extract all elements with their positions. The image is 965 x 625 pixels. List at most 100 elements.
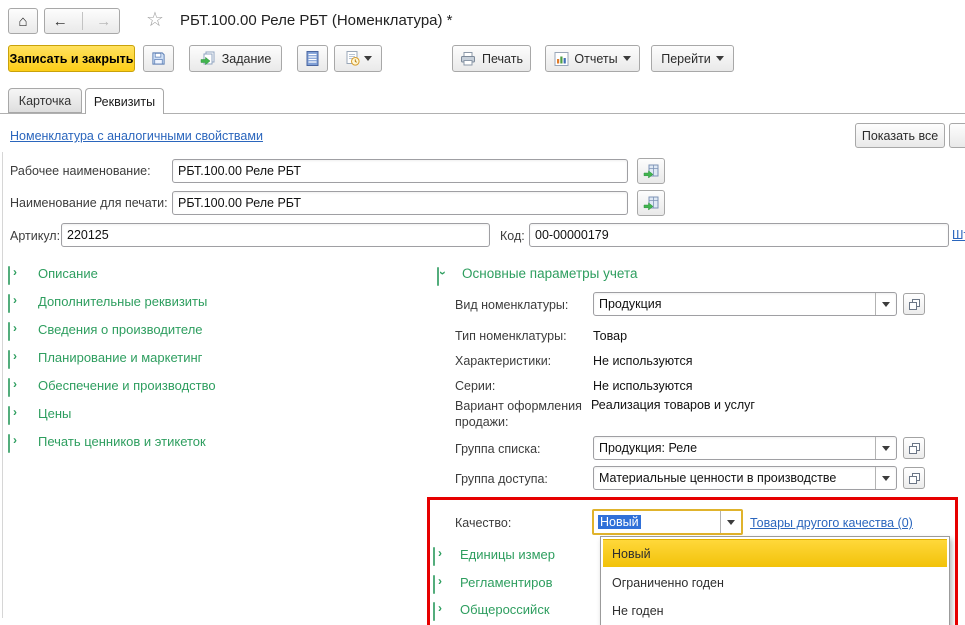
- working-name-pick-button[interactable]: [637, 158, 665, 184]
- dropdown-arrow-icon: [882, 302, 890, 307]
- kind-open-button[interactable]: [903, 293, 925, 315]
- other-quality-goods-link[interactable]: Товары другого качества (0): [750, 516, 913, 530]
- dropdown-arrow-icon: [882, 476, 890, 481]
- tab-card[interactable]: Карточка: [8, 88, 82, 113]
- tab-details[interactable]: Реквизиты: [85, 88, 164, 114]
- code-label: Код:: [500, 229, 525, 243]
- section-collapsed-icon: [8, 266, 10, 285]
- section-label: Печать ценников и этикеток: [38, 434, 206, 449]
- goto-button[interactable]: Перейти: [651, 45, 734, 72]
- forward-button[interactable]: →: [89, 13, 120, 30]
- section-regulated[interactable]: Регламентиров: [433, 575, 435, 593]
- select-value-icon: [643, 164, 659, 179]
- section-price-tags[interactable]: Печать ценников и этикеток: [8, 434, 10, 452]
- section-collapsed-icon: [8, 294, 10, 313]
- characteristics-value: Не используются: [593, 354, 692, 368]
- change-history-button[interactable]: [334, 45, 382, 72]
- home-icon: ⌂: [18, 14, 27, 29]
- quality-value-wrap: Новый: [594, 515, 720, 529]
- dropdown-arrow-icon: [623, 56, 631, 61]
- combo-arrow-zone[interactable]: [875, 437, 896, 459]
- section-collapsed-icon: [433, 602, 435, 621]
- print-name-input[interactable]: РБТ.100.00 Реле РБТ: [172, 191, 628, 215]
- nav-divider: [82, 12, 83, 30]
- section-label: Регламентиров: [460, 575, 553, 590]
- barcodes-link[interactable]: Штр: [952, 228, 965, 242]
- list-group-open-button[interactable]: [903, 437, 925, 459]
- section-label: Единицы измер: [460, 547, 555, 562]
- article-label: Артикул:: [10, 229, 60, 243]
- section-collapsed-icon: [8, 350, 10, 369]
- combo-arrow-zone[interactable]: [875, 467, 896, 489]
- access-group-value: Материальные ценности в производстве: [594, 471, 875, 485]
- section-prices[interactable]: Цены: [8, 406, 10, 424]
- print-name-pick-button[interactable]: [637, 190, 665, 216]
- code-input[interactable]: 00-00000179: [529, 223, 949, 247]
- section-collapsed-icon: [8, 378, 10, 397]
- working-name-input[interactable]: РБТ.100.00 Реле РБТ: [172, 159, 628, 183]
- forward-icon: →: [96, 13, 111, 30]
- kind-combobox[interactable]: Продукция: [593, 292, 897, 316]
- select-value-icon: [643, 196, 659, 211]
- open-form-icon: [909, 299, 920, 310]
- section-label: Цены: [38, 406, 71, 421]
- history-nav-group: ← →: [44, 8, 120, 34]
- open-form-icon: [909, 443, 920, 454]
- section-label: Дополнительные реквизиты: [38, 294, 207, 309]
- print-name-label: Наименование для печати:: [10, 196, 168, 210]
- task-icon: [200, 51, 216, 67]
- section-collapsed-icon: [433, 575, 435, 594]
- quality-value: Новый: [598, 515, 641, 529]
- list-group-combobox[interactable]: Продукция: Реле: [593, 436, 897, 460]
- characteristics-label: Характеристики:: [455, 354, 551, 368]
- section-classifiers[interactable]: Общероссийск: [433, 602, 435, 620]
- section-collapsed-icon: [8, 434, 10, 453]
- registry-button[interactable]: [297, 45, 328, 72]
- section-main-params[interactable]: Основные параметры учета: [437, 266, 439, 284]
- panel-left-border: [2, 152, 3, 618]
- save-button[interactable]: [143, 45, 174, 72]
- back-button[interactable]: ←: [45, 13, 76, 30]
- favorite-star-icon[interactable]: ☆: [146, 7, 164, 32]
- goto-label: Перейти: [661, 52, 711, 66]
- kind-value: Продукция: [594, 297, 875, 311]
- section-label: Описание: [38, 266, 98, 281]
- dropdown-arrow-icon: [364, 56, 372, 61]
- quality-combobox[interactable]: Новый: [592, 509, 743, 535]
- dropdown-arrow-icon: [716, 56, 724, 61]
- dropdown-option-unfit[interactable]: Не годен: [601, 597, 949, 625]
- section-description[interactable]: Описание: [8, 266, 10, 284]
- report-chart-icon: [554, 52, 569, 66]
- open-form-icon: [909, 473, 920, 484]
- access-group-open-button[interactable]: [903, 467, 925, 489]
- type-label: Тип номенклатуры:: [455, 329, 567, 343]
- access-group-combobox[interactable]: Материальные ценности в производстве: [593, 466, 897, 490]
- reports-button[interactable]: Отчеты: [545, 45, 640, 72]
- section-additional-attributes[interactable]: Дополнительные реквизиты: [8, 294, 10, 312]
- save-icon: [151, 51, 166, 66]
- combo-arrow-zone[interactable]: [875, 293, 896, 315]
- sale-option-label: Вариант оформления продажи:: [455, 398, 591, 430]
- section-collapsed-icon: [8, 322, 10, 341]
- print-button[interactable]: Печать: [452, 45, 531, 72]
- section-supply-production[interactable]: Обеспечение и производство: [8, 378, 10, 396]
- section-collapsed-icon: [433, 547, 435, 566]
- article-input[interactable]: 220125: [61, 223, 490, 247]
- document-history-icon: [345, 51, 360, 66]
- section-planning-marketing[interactable]: Планирование и маркетинг: [8, 350, 10, 368]
- quality-label: Качество:: [455, 516, 511, 530]
- home-button[interactable]: ⌂: [8, 8, 38, 34]
- edge-partial-button[interactable]: [949, 123, 965, 148]
- show-all-button[interactable]: Показать все: [855, 123, 945, 148]
- sale-option-value: Реализация товаров и услуг: [591, 398, 755, 412]
- similar-items-link[interactable]: Номенклатура с аналогичными свойствами: [10, 129, 263, 143]
- section-expanded-icon: [437, 267, 439, 286]
- combo-arrow-zone[interactable]: [720, 511, 741, 533]
- list-group-value: Продукция: Реле: [594, 441, 875, 455]
- section-units[interactable]: Единицы измер: [433, 547, 435, 565]
- task-button[interactable]: Задание: [189, 45, 282, 72]
- dropdown-option-limited[interactable]: Ограниченно годен: [601, 569, 949, 597]
- dropdown-option-new[interactable]: Новый: [603, 539, 947, 567]
- save-and-close-button[interactable]: Записать и закрыть: [8, 45, 135, 72]
- section-manufacturer-info[interactable]: Сведения о производителе: [8, 322, 10, 340]
